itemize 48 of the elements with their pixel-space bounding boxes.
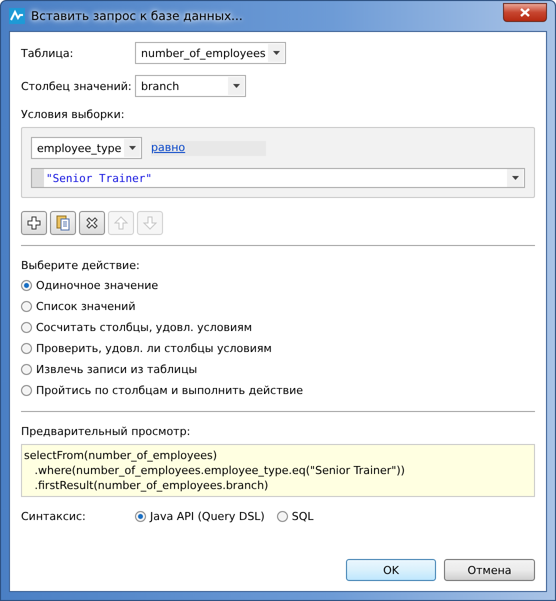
section-label: Предварительный просмотр:: [21, 425, 192, 438]
arrow-up-icon: [114, 216, 128, 230]
window-title: Вставить запрос к базе данных...: [31, 9, 243, 23]
plus-icon: [27, 216, 41, 230]
caret-icon: [512, 176, 518, 180]
arrow-down-icon: [143, 216, 157, 230]
code-line: .where(number_of_employees.employee_type.eq("Senior Trainer")): [33, 463, 405, 478]
option-label: Проверить, удовл. ли столбцы условиям: [36, 342, 272, 355]
radio-button[interactable]: [21, 364, 32, 375]
close-button[interactable]: [503, 2, 547, 22]
option-label: Пройтись по столбцам и выполнить действие: [36, 384, 304, 397]
option-label: Одиночное значение: [36, 279, 158, 292]
condition-column-dropdown[interactable]: employee_type: [31, 137, 142, 159]
code-line: selectFrom(number_of_employees): [24, 448, 218, 463]
radio-button[interactable]: [21, 322, 32, 333]
radio-button[interactable]: [21, 385, 32, 396]
ok-button[interactable]: OK: [346, 559, 436, 581]
option-label: Список значений: [36, 300, 136, 313]
code-line: .firstResult(number_of_employees.branch): [33, 478, 268, 493]
delete-icon: [85, 216, 99, 230]
radio-button[interactable]: [276, 511, 288, 522]
condition-value-dropdown[interactable]: "Senior Trainer": [31, 168, 525, 188]
caret-icon: [128, 146, 136, 150]
caret-icon: [272, 51, 280, 55]
column-dropdown[interactable]: branch: [135, 75, 246, 97]
operator-link[interactable]: равно: [151, 140, 266, 156]
cancel-button[interactable]: Отмена: [444, 559, 535, 581]
radio-button[interactable]: [135, 511, 146, 522]
radio-button[interactable]: [21, 301, 32, 312]
option-label: Извлечь записи из таблицы: [36, 363, 198, 376]
option-label: Сосчитать столбцы, удовл. условиям: [36, 321, 252, 334]
app-logo-icon: [9, 8, 25, 24]
section-label: Условия выборки:: [21, 108, 126, 121]
delete-button[interactable]: [79, 211, 105, 235]
caret-icon: [232, 84, 240, 88]
option-label: SQL: [292, 510, 314, 523]
add-button[interactable]: [21, 211, 47, 235]
field-label: Синтаксис:: [21, 510, 87, 523]
paste-button[interactable]: [50, 211, 76, 235]
close-icon: [520, 8, 530, 16]
clipboard-icon: [56, 215, 70, 231]
radio-button[interactable]: [21, 343, 32, 354]
radio-button[interactable]: [21, 280, 32, 291]
field-label: Таблица:: [21, 46, 74, 60]
field-label: Столбец значений:: [21, 80, 133, 92]
section-label: Выберите действие:: [21, 259, 141, 272]
table-dropdown[interactable]: number_of_employees: [135, 42, 286, 64]
option-label: Java API (Query DSL): [150, 510, 265, 523]
